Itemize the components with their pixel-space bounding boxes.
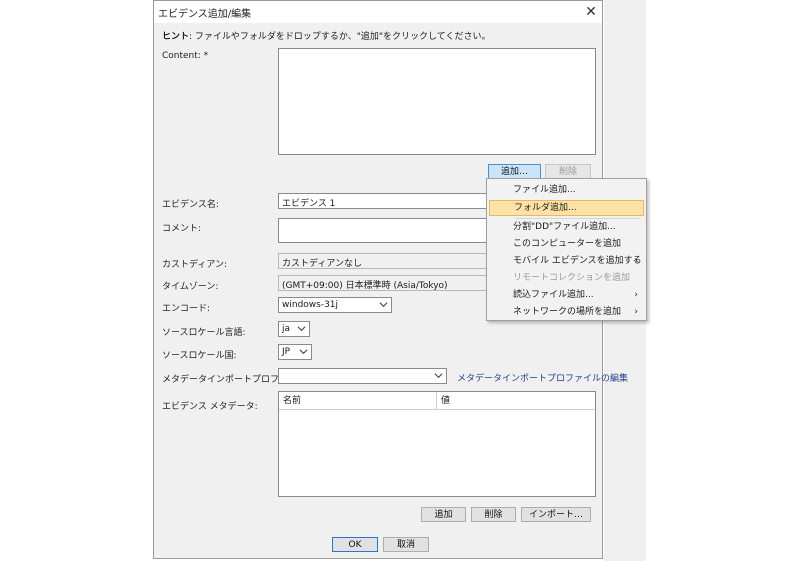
menu-item-label: 読込ファイル追加... <box>513 290 594 300</box>
submenu-arrow-icon: › <box>634 256 638 266</box>
menu-item-label: ネットワークの場所を追加 <box>513 307 622 317</box>
encoding-select[interactable]: windows-31j <box>278 297 392 313</box>
source-country-label: ソースロケール国: <box>162 351 237 361</box>
menu-item-add-load-file[interactable]: 読込ファイル追加... › <box>489 287 644 303</box>
comment-label: コメント: <box>162 224 202 234</box>
chevron-down-icon <box>299 349 308 355</box>
hint-text: ヒント: ファイルやフォルダをドロップするか、"追加"をクリックしてください。 <box>162 29 490 42</box>
menu-item-add-network-location[interactable]: ネットワークの場所を追加 › <box>489 304 644 320</box>
encoding-value: windows-31j <box>282 300 339 310</box>
timezone-field[interactable]: (GMT+09:00) 日本標準時 (Asia/Tokyo) <box>278 275 488 291</box>
chevron-down-icon <box>379 302 388 308</box>
source-country-select[interactable]: JP <box>278 344 312 360</box>
evidence-name-input[interactable]: エビデンス 1 <box>278 193 488 209</box>
hint-message: : ファイルやフォルダをドロップするか、"追加"をクリックしてください。 <box>189 32 491 42</box>
menu-item-label: モバイル エビデンスを追加する <box>513 256 642 266</box>
title-bar: エビデンス追加/編集 ✕ <box>154 1 602 23</box>
menu-item-add-split-dd[interactable]: 分割"DD"ファイル追加... <box>489 219 644 235</box>
menu-item-add-mobile-evidence[interactable]: モバイル エビデンスを追加する › <box>489 253 644 269</box>
timezone-value: (GMT+09:00) 日本標準時 (Asia/Tokyo) <box>282 281 448 291</box>
menu-item-label: このコンピューターを追加 <box>513 239 622 249</box>
comment-input[interactable] <box>278 218 488 243</box>
chevron-down-icon <box>297 326 306 332</box>
add-dropdown-menu: ファイル追加... フォルダ追加... 分割"DD"ファイル追加... このコン… <box>486 178 647 321</box>
menu-item-label: 分割"DD"ファイル追加... <box>513 222 616 232</box>
metadata-delete-button[interactable]: 削除 <box>471 507 516 522</box>
submenu-arrow-icon: › <box>634 290 638 300</box>
source-country-value: JP <box>282 347 291 357</box>
timezone-label: タイムゾーン: <box>162 282 219 292</box>
source-lang-value: ja <box>282 324 291 334</box>
menu-item-add-remote-collection: リモートコレクションを追加 <box>489 270 644 286</box>
menu-item-label: リモートコレクションを追加 <box>513 273 631 283</box>
custodian-label: カストディアン: <box>162 260 228 270</box>
menu-item-add-folder[interactable]: フォルダ追加... <box>489 200 644 216</box>
evidence-metadata-table[interactable]: 名前 値 <box>278 391 596 497</box>
submenu-arrow-icon: › <box>634 307 638 317</box>
evidence-metadata-label: エビデンス メタデータ: <box>162 402 258 412</box>
metadata-add-button[interactable]: 追加 <box>421 507 466 522</box>
column-header-name[interactable]: 名前 <box>279 392 437 410</box>
encoding-label: エンコード: <box>162 304 211 314</box>
close-icon[interactable]: ✕ <box>582 3 600 21</box>
source-lang-select[interactable]: ja <box>278 321 310 337</box>
metadata-import-button[interactable]: インポート… <box>521 507 591 522</box>
metadata-profile-select[interactable] <box>278 368 447 384</box>
menu-item-add-file[interactable]: ファイル追加... <box>489 182 644 198</box>
chevron-down-icon <box>434 373 443 379</box>
custodian-value: カストディアンなし <box>282 259 363 269</box>
evidence-name-value: エビデンス 1 <box>282 199 336 209</box>
menu-item-label: フォルダ追加... <box>514 203 577 213</box>
dialog-title: エビデンス追加/編集 <box>158 9 252 20</box>
cancel-button[interactable]: 取消 <box>383 537 429 552</box>
hint-label: ヒント <box>162 32 190 42</box>
column-header-value[interactable]: 値 <box>437 392 595 410</box>
metadata-profile-edit-link[interactable]: メタデータインポートプロファイルの編集 <box>457 371 628 384</box>
content-drop-area[interactable] <box>278 48 596 155</box>
custodian-field[interactable]: カストディアンなし <box>278 253 488 269</box>
ok-button[interactable]: OK <box>332 537 378 552</box>
menu-item-add-this-computer[interactable]: このコンピューターを追加 <box>489 236 644 252</box>
content-label: Content: * <box>162 51 209 61</box>
menu-item-label: ファイル追加... <box>513 185 576 195</box>
evidence-name-label: エビデンス名: <box>162 200 219 210</box>
source-lang-label: ソースロケール言語: <box>162 328 246 338</box>
